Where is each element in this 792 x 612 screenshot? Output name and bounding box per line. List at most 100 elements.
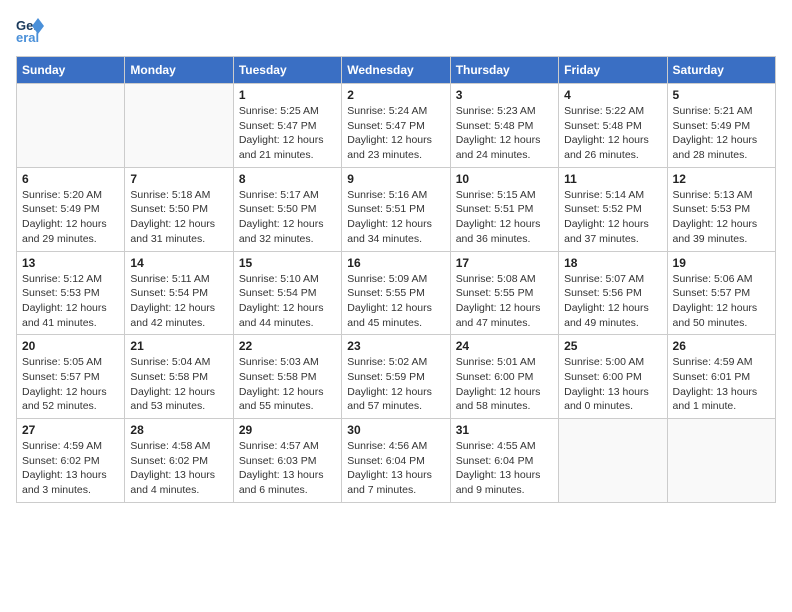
- day-detail: Sunrise: 5:04 AMSunset: 5:58 PMDaylight:…: [130, 355, 227, 414]
- day-header-wednesday: Wednesday: [342, 57, 450, 84]
- logo: Gen eral: [16, 16, 48, 44]
- day-number: 19: [673, 256, 770, 270]
- day-number: 12: [673, 172, 770, 186]
- day-number: 30: [347, 423, 444, 437]
- calendar-cell: 20 Sunrise: 5:05 AMSunset: 5:57 PMDayligh…: [17, 335, 125, 419]
- calendar-cell: 13 Sunrise: 5:12 AMSunset: 5:53 PMDayligh…: [17, 251, 125, 335]
- calendar-cell: [559, 419, 667, 503]
- day-number: 5: [673, 88, 770, 102]
- calendar-cell: 14 Sunrise: 5:11 AMSunset: 5:54 PMDayligh…: [125, 251, 233, 335]
- day-detail: Sunrise: 5:01 AMSunset: 6:00 PMDaylight:…: [456, 355, 553, 414]
- day-number: 11: [564, 172, 661, 186]
- day-detail: Sunrise: 5:23 AMSunset: 5:48 PMDaylight:…: [456, 104, 553, 163]
- day-detail: Sunrise: 5:17 AMSunset: 5:50 PMDaylight:…: [239, 188, 336, 247]
- day-number: 10: [456, 172, 553, 186]
- calendar-cell: 22 Sunrise: 5:03 AMSunset: 5:58 PMDayligh…: [233, 335, 341, 419]
- day-number: 4: [564, 88, 661, 102]
- day-header-friday: Friday: [559, 57, 667, 84]
- calendar-cell: 26 Sunrise: 4:59 AMSunset: 6:01 PMDayligh…: [667, 335, 775, 419]
- day-number: 15: [239, 256, 336, 270]
- calendar-cell: 6 Sunrise: 5:20 AMSunset: 5:49 PMDaylight…: [17, 167, 125, 251]
- day-detail: Sunrise: 5:07 AMSunset: 5:56 PMDaylight:…: [564, 272, 661, 331]
- calendar-cell: 24 Sunrise: 5:01 AMSunset: 6:00 PMDayligh…: [450, 335, 558, 419]
- calendar-cell: 11 Sunrise: 5:14 AMSunset: 5:52 PMDayligh…: [559, 167, 667, 251]
- day-detail: Sunrise: 5:13 AMSunset: 5:53 PMDaylight:…: [673, 188, 770, 247]
- day-detail: Sunrise: 5:03 AMSunset: 5:58 PMDaylight:…: [239, 355, 336, 414]
- day-number: 24: [456, 339, 553, 353]
- calendar-cell: 2Sunrise: 5:24 AMSunset: 5:47 PMDaylight…: [342, 84, 450, 168]
- svg-text:eral: eral: [16, 30, 39, 44]
- day-header-monday: Monday: [125, 57, 233, 84]
- calendar: SundayMondayTuesdayWednesdayThursdayFrid…: [16, 56, 776, 503]
- calendar-cell: 4 Sunrise: 5:22 AMSunset: 5:48 PMDaylight…: [559, 84, 667, 168]
- page-header: Gen eral: [16, 16, 776, 44]
- day-detail: Sunrise: 5:12 AMSunset: 5:53 PMDaylight:…: [22, 272, 119, 331]
- day-number: 2: [347, 88, 444, 102]
- calendar-cell: [667, 419, 775, 503]
- day-detail: Sunrise: 5:02 AMSunset: 5:59 PMDaylight:…: [347, 355, 444, 414]
- day-detail: Sunrise: 4:56 AMSunset: 6:04 PMDaylight:…: [347, 439, 444, 498]
- day-number: 18: [564, 256, 661, 270]
- day-detail: Sunrise: 5:18 AMSunset: 5:50 PMDaylight:…: [130, 188, 227, 247]
- day-number: 16: [347, 256, 444, 270]
- calendar-cell: 29Sunrise: 4:57 AMSunset: 6:03 PMDayligh…: [233, 419, 341, 503]
- day-detail: Sunrise: 5:20 AMSunset: 5:49 PMDaylight:…: [22, 188, 119, 247]
- day-number: 14: [130, 256, 227, 270]
- day-detail: Sunrise: 4:58 AMSunset: 6:02 PMDaylight:…: [130, 439, 227, 498]
- calendar-cell: 10 Sunrise: 5:15 AMSunset: 5:51 PMDayligh…: [450, 167, 558, 251]
- day-header-saturday: Saturday: [667, 57, 775, 84]
- calendar-cell: 17 Sunrise: 5:08 AMSunset: 5:55 PMDayligh…: [450, 251, 558, 335]
- calendar-cell: 19 Sunrise: 5:06 AMSunset: 5:57 PMDayligh…: [667, 251, 775, 335]
- day-number: 29: [239, 423, 336, 437]
- calendar-cell: 23 Sunrise: 5:02 AMSunset: 5:59 PMDayligh…: [342, 335, 450, 419]
- calendar-cell: 5 Sunrise: 5:21 AMSunset: 5:49 PMDaylight…: [667, 84, 775, 168]
- day-detail: Sunrise: 5:15 AMSunset: 5:51 PMDaylight:…: [456, 188, 553, 247]
- day-number: 1: [239, 88, 336, 102]
- day-detail: Sunrise: 4:59 AMSunset: 6:01 PMDaylight:…: [673, 355, 770, 414]
- day-number: 23: [347, 339, 444, 353]
- day-number: 17: [456, 256, 553, 270]
- day-number: 7: [130, 172, 227, 186]
- day-header-sunday: Sunday: [17, 57, 125, 84]
- calendar-cell: 25 Sunrise: 5:00 AMSunset: 6:00 PMDayligh…: [559, 335, 667, 419]
- day-number: 13: [22, 256, 119, 270]
- calendar-week-1: 1Sunrise: 5:25 AMSunset: 5:47 PMDaylight…: [17, 84, 776, 168]
- day-detail: Sunrise: 5:14 AMSunset: 5:52 PMDaylight:…: [564, 188, 661, 247]
- day-number: 3: [456, 88, 553, 102]
- logo-icon: Gen eral: [16, 16, 44, 44]
- calendar-cell: 27Sunrise: 4:59 AMSunset: 6:02 PMDayligh…: [17, 419, 125, 503]
- calendar-week-3: 13 Sunrise: 5:12 AMSunset: 5:53 PMDayligh…: [17, 251, 776, 335]
- calendar-cell: 15Sunrise: 5:10 AMSunset: 5:54 PMDayligh…: [233, 251, 341, 335]
- calendar-cell: 16 Sunrise: 5:09 AMSunset: 5:55 PMDayligh…: [342, 251, 450, 335]
- day-number: 8: [239, 172, 336, 186]
- day-detail: Sunrise: 5:09 AMSunset: 5:55 PMDaylight:…: [347, 272, 444, 331]
- day-detail: Sunrise: 5:22 AMSunset: 5:48 PMDaylight:…: [564, 104, 661, 163]
- day-number: 25: [564, 339, 661, 353]
- calendar-week-5: 27Sunrise: 4:59 AMSunset: 6:02 PMDayligh…: [17, 419, 776, 503]
- day-detail: Sunrise: 5:21 AMSunset: 5:49 PMDaylight:…: [673, 104, 770, 163]
- day-number: 22: [239, 339, 336, 353]
- calendar-cell: 8 Sunrise: 5:17 AMSunset: 5:50 PMDaylight…: [233, 167, 341, 251]
- calendar-header-row: SundayMondayTuesdayWednesdayThursdayFrid…: [17, 57, 776, 84]
- calendar-cell: 18 Sunrise: 5:07 AMSunset: 5:56 PMDayligh…: [559, 251, 667, 335]
- day-detail: Sunrise: 5:16 AMSunset: 5:51 PMDaylight:…: [347, 188, 444, 247]
- day-detail: Sunrise: 5:05 AMSunset: 5:57 PMDaylight:…: [22, 355, 119, 414]
- calendar-cell: 28Sunrise: 4:58 AMSunset: 6:02 PMDayligh…: [125, 419, 233, 503]
- day-number: 26: [673, 339, 770, 353]
- calendar-cell: 12 Sunrise: 5:13 AMSunset: 5:53 PMDayligh…: [667, 167, 775, 251]
- day-number: 31: [456, 423, 553, 437]
- day-detail: Sunrise: 5:08 AMSunset: 5:55 PMDaylight:…: [456, 272, 553, 331]
- day-number: 21: [130, 339, 227, 353]
- day-detail: Sunrise: 5:11 AMSunset: 5:54 PMDaylight:…: [130, 272, 227, 331]
- day-detail: Sunrise: 4:59 AMSunset: 6:02 PMDaylight:…: [22, 439, 119, 498]
- day-detail: Sunrise: 5:00 AMSunset: 6:00 PMDaylight:…: [564, 355, 661, 414]
- calendar-cell: [17, 84, 125, 168]
- day-number: 20: [22, 339, 119, 353]
- calendar-cell: 21 Sunrise: 5:04 AMSunset: 5:58 PMDayligh…: [125, 335, 233, 419]
- calendar-cell: 9Sunrise: 5:16 AMSunset: 5:51 PMDaylight…: [342, 167, 450, 251]
- calendar-week-2: 6 Sunrise: 5:20 AMSunset: 5:49 PMDaylight…: [17, 167, 776, 251]
- calendar-cell: 31 Sunrise: 4:55 AMSunset: 6:04 PMDayligh…: [450, 419, 558, 503]
- day-number: 6: [22, 172, 119, 186]
- day-detail: Sunrise: 4:55 AMSunset: 6:04 PMDaylight:…: [456, 439, 553, 498]
- day-detail: Sunrise: 5:06 AMSunset: 5:57 PMDaylight:…: [673, 272, 770, 331]
